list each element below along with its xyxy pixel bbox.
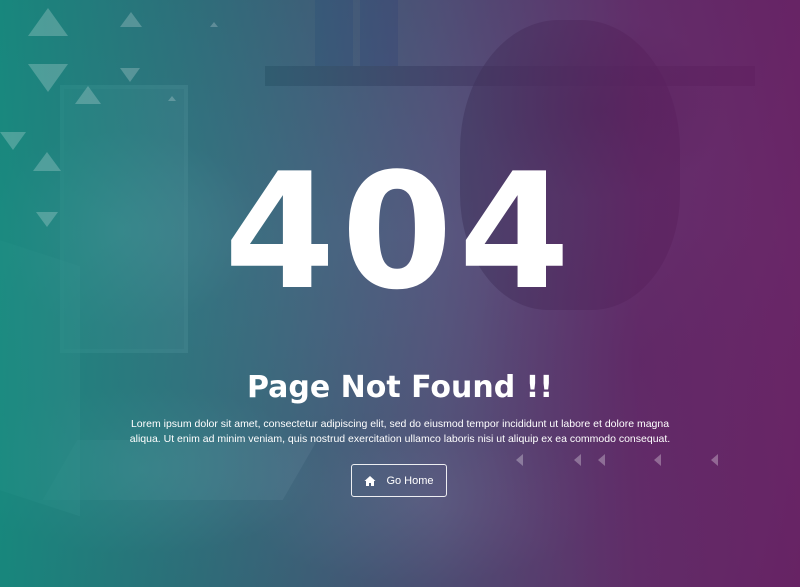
triangle-decoration xyxy=(120,68,140,82)
triangle-decoration xyxy=(516,454,523,466)
triangle-decoration xyxy=(598,454,605,466)
triangle-decoration xyxy=(120,12,142,27)
triangle-decoration xyxy=(210,22,218,27)
triangle-decoration xyxy=(75,86,101,104)
go-home-label: Go Home xyxy=(386,474,434,487)
error-code: 404 xyxy=(224,138,576,325)
triangle-decoration xyxy=(711,454,718,466)
triangle-decoration xyxy=(168,96,176,101)
triangle-decoration xyxy=(0,132,26,150)
triangle-decoration xyxy=(574,454,581,466)
home-icon xyxy=(364,475,376,487)
error-description: Lorem ipsum dolor sit amet, consectetur … xyxy=(129,418,671,445)
triangle-decoration xyxy=(654,454,661,466)
triangle-decoration xyxy=(28,64,68,92)
page-title: Page Not Found !! xyxy=(246,370,554,405)
triangle-decoration xyxy=(28,8,68,36)
go-home-button[interactable]: Go Home xyxy=(351,464,447,497)
